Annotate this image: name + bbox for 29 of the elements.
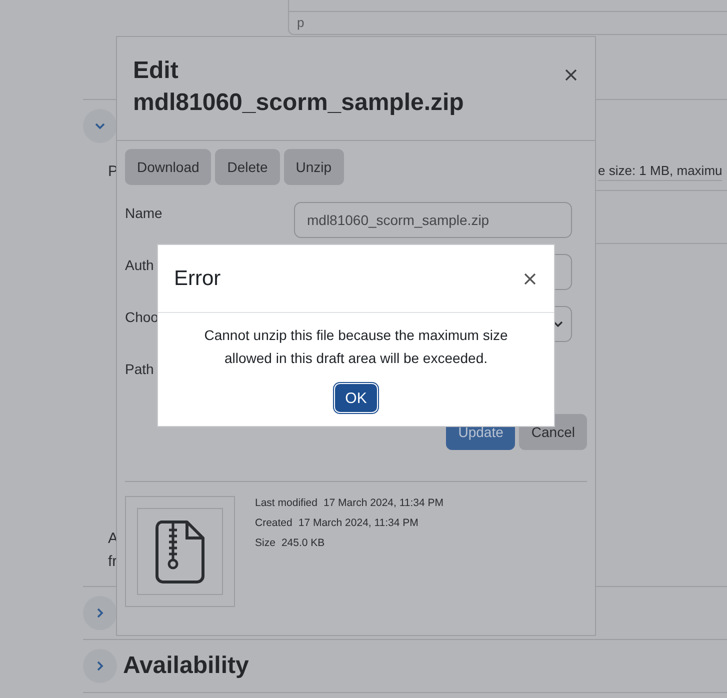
action-button[interactable]: Download [125, 149, 212, 185]
field-label: Auth [125, 257, 154, 273]
info-value: 17 March 2024, 11:34 PM [323, 497, 444, 509]
body-text: fr [108, 552, 118, 572]
caret-icon [553, 320, 563, 328]
info-label: Created [255, 517, 292, 529]
error-message: Cannot unzip this file because the maximum size allowed in this draft area will be exceeded. [203, 326, 509, 368]
expand-toggle[interactable] [83, 649, 117, 683]
field-label: Path [125, 361, 154, 377]
editor-path: p [296, 14, 304, 30]
expand-toggle[interactable] [83, 596, 117, 630]
collapse-toggle[interactable] [83, 109, 117, 143]
field-label: Choo [125, 309, 158, 325]
dialog-title: Error [174, 266, 221, 290]
ok-button[interactable]: OK [335, 384, 377, 412]
action-button[interactable]: Unzip [284, 149, 344, 185]
section-heading: Availability [123, 652, 249, 680]
zip-file-icon [155, 520, 205, 584]
file-limits-text: e size: 1 MB, maximu [598, 163, 722, 181]
info-value: 17 March 2024, 11:34 PM [298, 517, 418, 529]
info-value: 245.0 KB [281, 537, 325, 549]
info-label: Last modified [255, 497, 318, 509]
close-icon[interactable] [524, 272, 536, 284]
input-field[interactable]: mdl81060_scorm_sample.zip [294, 202, 572, 238]
close-icon[interactable] [565, 69, 577, 81]
info-label: Size [255, 537, 276, 549]
action-button[interactable]: Delete [215, 149, 280, 185]
dialog-title: Edit mdl81060_scorm_sample.zip [133, 56, 465, 118]
field-label: Name [125, 205, 162, 221]
